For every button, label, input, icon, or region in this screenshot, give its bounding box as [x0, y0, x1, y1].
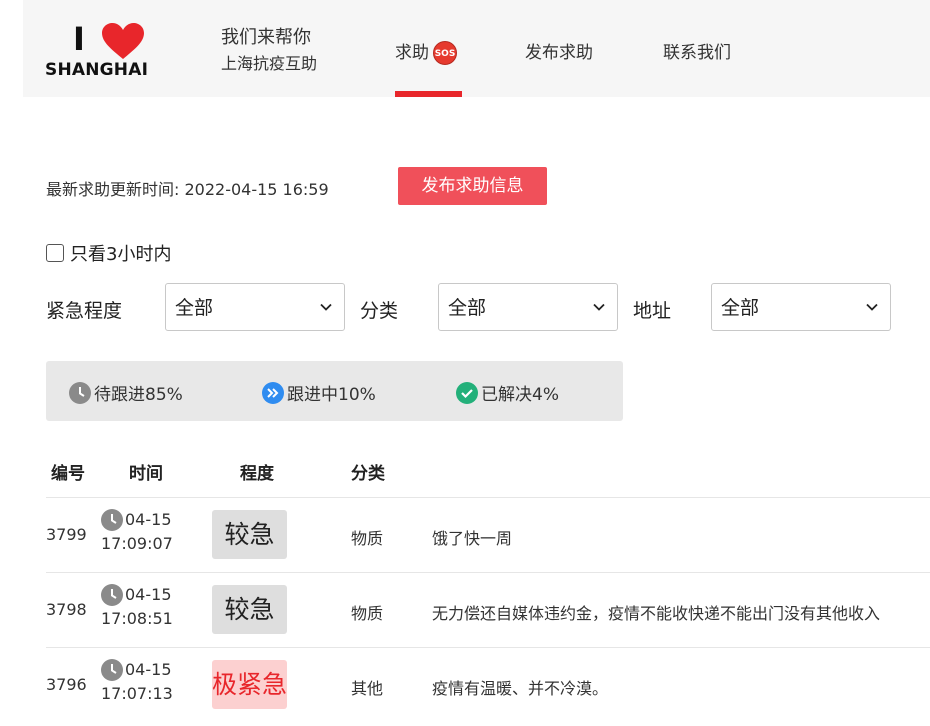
- check-circle-icon: [456, 381, 478, 404]
- column-header-time: 时间: [129, 464, 163, 484]
- logo-i-letter: I: [73, 20, 85, 58]
- i-love-shanghai-logo[interactable]: I SHANGHAI: [45, 20, 175, 82]
- category-filter-label: 分类: [360, 300, 399, 322]
- address-select-value: 全部: [721, 297, 760, 319]
- table-row[interactable]: 3799 04-15 17:09:07 较急 物质 饿了快一周: [46, 497, 930, 572]
- row-id: 3799: [46, 525, 87, 544]
- brand-title: 我们来帮你: [221, 27, 311, 48]
- recent-only-toggle[interactable]: 只看3小时内: [46, 240, 171, 266]
- fast-forward-icon: [262, 381, 284, 404]
- stat-pending[interactable]: 待跟进85%: [69, 380, 183, 405]
- row-category: 其他: [351, 679, 384, 698]
- row-date: 04-15: [125, 510, 172, 529]
- chevron-down-icon: [866, 303, 878, 311]
- urgency-select[interactable]: 全部: [165, 283, 345, 331]
- urgency-select-value: 全部: [175, 297, 214, 319]
- latest-update-time: 最新求助更新时间: 2022-04-15 16:59: [46, 180, 329, 199]
- clock-icon: [69, 381, 91, 404]
- clock-icon: [101, 509, 123, 531]
- active-tab-underline: [395, 91, 462, 97]
- nav-help-tab[interactable]: 求助 SOS: [395, 38, 457, 65]
- column-header-id: 编号: [51, 464, 85, 484]
- brand-subtitle: 上海抗疫互助: [221, 54, 318, 73]
- column-header-category: 分类: [351, 464, 385, 484]
- logo-city-text: SHANGHAI: [45, 60, 149, 80]
- category-select[interactable]: 全部: [438, 283, 618, 331]
- row-clock-time: 17:07:13: [101, 684, 173, 703]
- urgency-badge: 较急: [212, 585, 287, 634]
- brand-block: 我们来帮你 上海抗疫互助: [221, 25, 317, 77]
- status-summary-bar: 待跟进85% 跟进中10% 已解决4%: [46, 361, 623, 421]
- address-select[interactable]: 全部: [711, 283, 891, 331]
- nav-help-label: 求助: [395, 43, 429, 63]
- row-date: 04-15: [125, 660, 172, 679]
- stat-following[interactable]: 跟进中10%: [262, 380, 376, 405]
- row-time: 04-15 17:07:13: [101, 658, 173, 706]
- nav-contact-tab[interactable]: 联系我们: [663, 38, 731, 63]
- site-header: I SHANGHAI 我们来帮你 上海抗疫互助 求助 SOS 发布求助 联系我们: [23, 0, 930, 97]
- stat-pending-label: 待跟进85%: [94, 385, 183, 405]
- urgency-badge: 较急: [212, 510, 287, 559]
- row-time: 04-15 17:09:07: [101, 508, 173, 556]
- urgency-badge: 极紧急: [212, 660, 287, 709]
- row-id: 3796: [46, 675, 87, 694]
- row-description: 饿了快一周: [432, 529, 513, 548]
- stat-resolved[interactable]: 已解决4%: [456, 380, 559, 405]
- row-clock-time: 17:09:07: [101, 534, 173, 553]
- address-filter-label: 地址: [633, 300, 672, 322]
- sos-badge: SOS: [433, 41, 457, 65]
- clock-icon: [101, 659, 123, 681]
- recent-only-checkbox[interactable]: [46, 244, 64, 262]
- urgency-filter-label: 紧急程度: [46, 300, 123, 322]
- row-id: 3798: [46, 600, 87, 619]
- row-description: 无力偿还自媒体违约金，疫情不能收快递不能出门没有其他收入: [432, 604, 881, 623]
- table-row[interactable]: 3798 04-15 17:08:51 较急 物质 无力偿还自媒体违约金，疫情不…: [46, 572, 930, 647]
- category-select-value: 全部: [448, 297, 487, 319]
- row-category: 物质: [351, 529, 384, 548]
- nav-post-help-tab[interactable]: 发布求助: [525, 38, 593, 63]
- row-description: 疫情有温暖、并不冷漠。: [432, 679, 609, 698]
- recent-only-label: 只看3小时内: [70, 244, 172, 265]
- row-clock-time: 17:08:51: [101, 609, 173, 628]
- post-help-button[interactable]: 发布求助信息: [398, 167, 547, 205]
- column-header-level: 程度: [240, 464, 274, 484]
- chevron-down-icon: [320, 303, 332, 311]
- chevron-down-icon: [593, 303, 605, 311]
- row-date: 04-15: [125, 585, 172, 604]
- stat-following-label: 跟进中10%: [287, 385, 376, 405]
- heart-icon: [102, 23, 144, 59]
- clock-icon: [101, 584, 123, 606]
- table-row[interactable]: 3796 04-15 17:07:13 极紧急 其他 疫情有温暖、并不冷漠。: [46, 647, 930, 722]
- stat-resolved-label: 已解决4%: [481, 385, 559, 405]
- row-time: 04-15 17:08:51: [101, 583, 173, 631]
- row-category: 物质: [351, 604, 384, 623]
